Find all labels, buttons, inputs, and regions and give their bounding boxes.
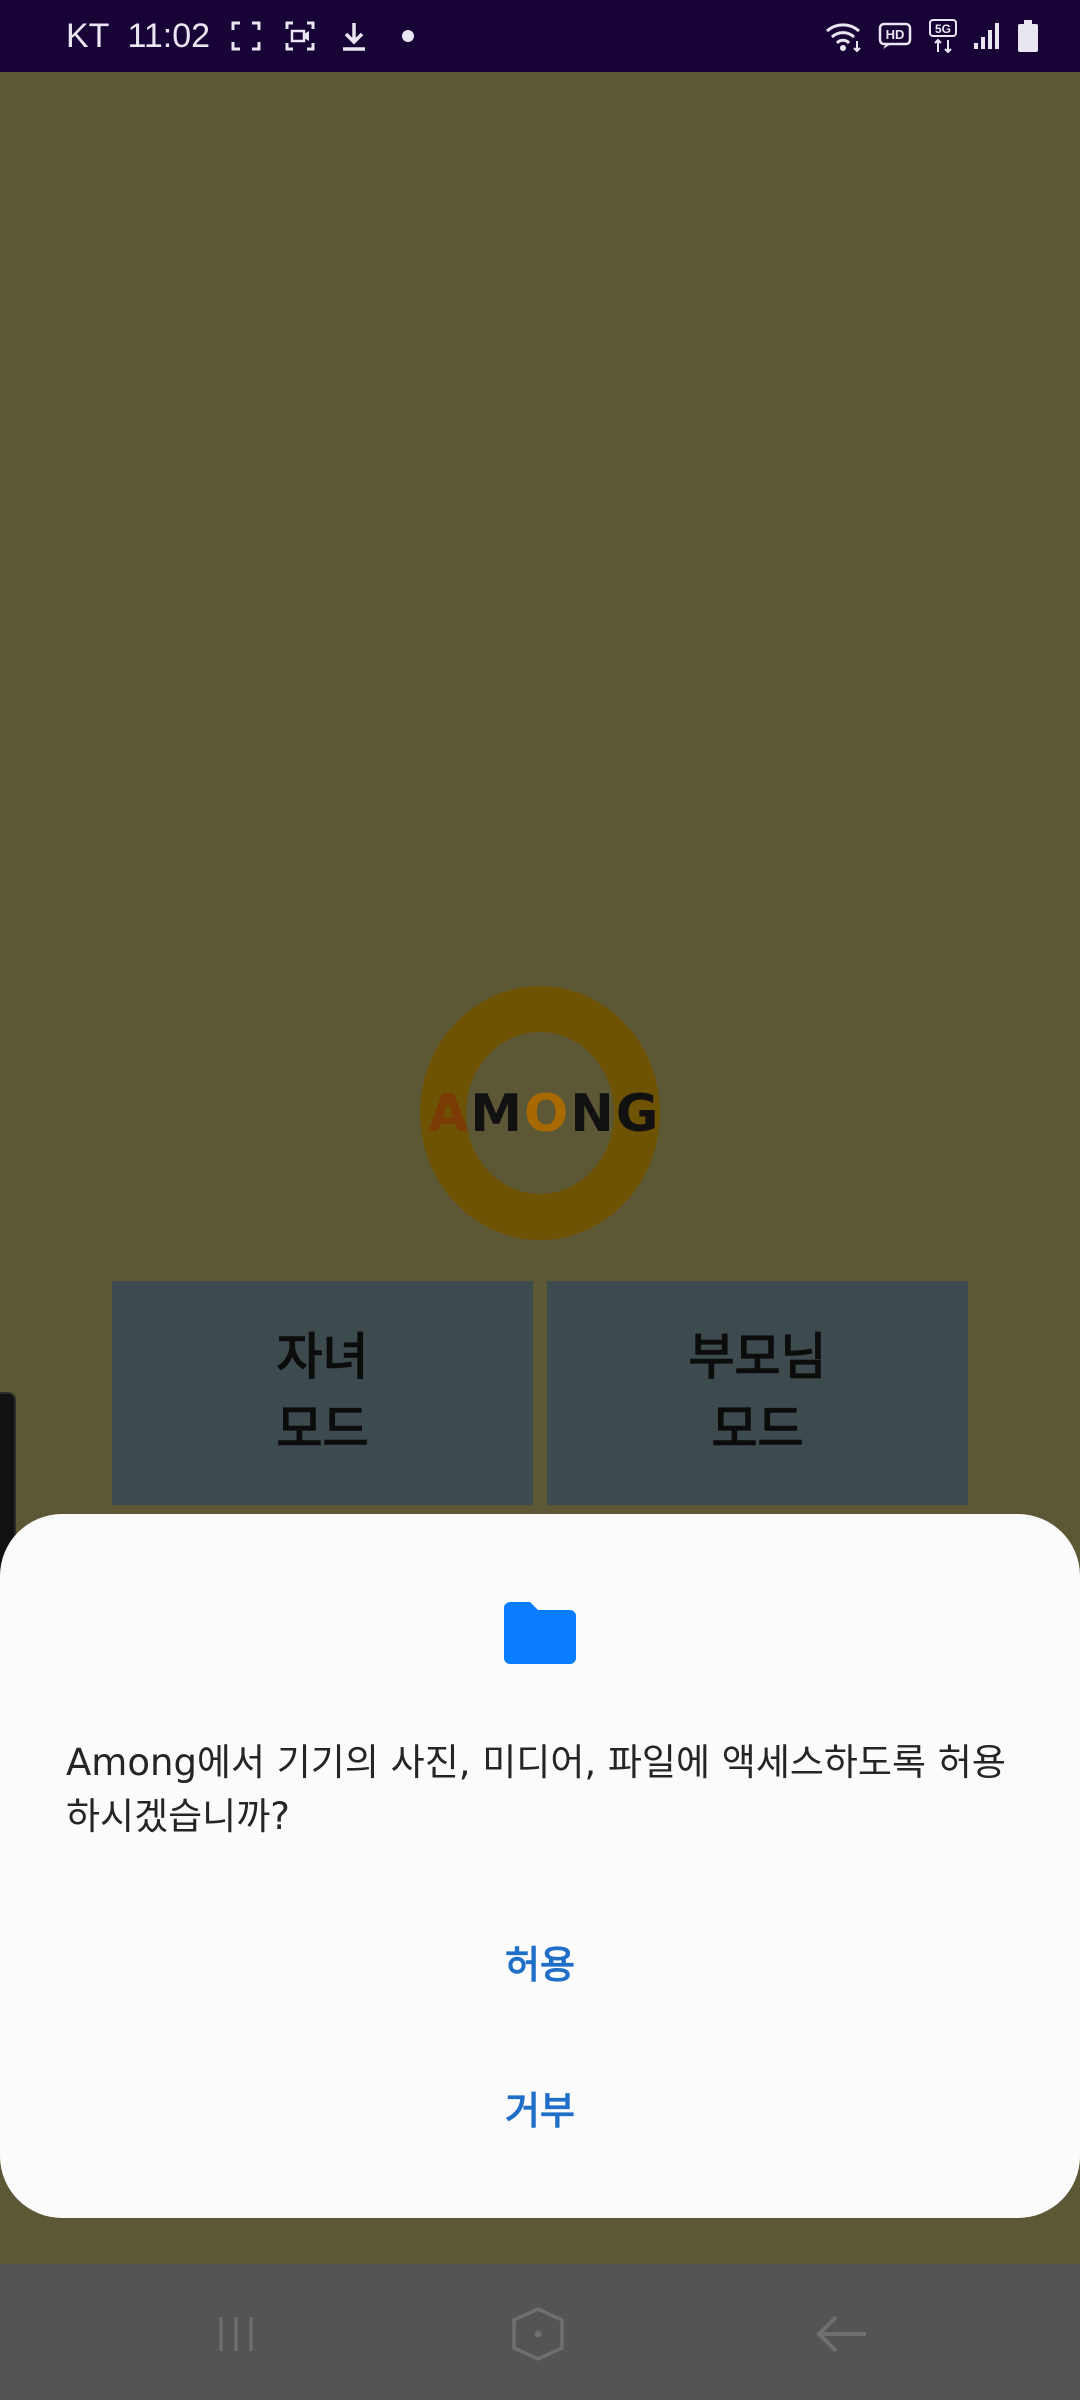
- signal-icon: [972, 18, 1002, 54]
- logo-letter-o: O: [524, 1084, 571, 1144]
- home-icon[interactable]: [508, 2304, 568, 2364]
- download-icon: [336, 18, 372, 54]
- status-bar: KT 11:02 HD 5G: [0, 0, 1080, 72]
- status-bar-right: HD 5G: [824, 0, 1040, 72]
- permission-message: Among에서 기기의 사진, 미디어, 파일에 액세스하도록 허용하시겠습니까…: [66, 1741, 1006, 1838]
- clock: 11:02: [127, 16, 211, 55]
- deny-button[interactable]: 거부: [0, 2080, 1080, 2135]
- parent-mode-button[interactable]: 부모님 모드: [547, 1281, 968, 1505]
- logo-letter-n: N: [570, 1084, 616, 1144]
- logo-wordmark: AMONG: [428, 1084, 660, 1144]
- svg-text:5G: 5G: [935, 22, 951, 36]
- parent-mode-label: 부모님 모드: [688, 1328, 827, 1458]
- logo-letter-a: A: [428, 1084, 471, 1144]
- recents-icon[interactable]: [206, 2304, 266, 2364]
- svg-text:HD: HD: [886, 27, 905, 42]
- allow-button[interactable]: 허용: [0, 1934, 1080, 1989]
- hd-voice-icon: HD: [878, 18, 914, 54]
- navigation-bar: [0, 2264, 1080, 2400]
- child-mode-label: 자녀 모드: [276, 1328, 369, 1458]
- logo-letter-m: M: [470, 1084, 524, 1144]
- screen-record-icon: [282, 18, 318, 54]
- 5g-icon: 5G: [928, 18, 958, 54]
- permission-dialog: Among에서 기기의 사진, 미디어, 파일에 액세스하도록 허용하시겠습니까…: [0, 1514, 1080, 2218]
- battery-icon: [1016, 18, 1040, 54]
- wifi-icon: [824, 18, 864, 54]
- folder-icon: [500, 1598, 580, 1666]
- among-logo: AMONG: [420, 980, 660, 1246]
- notification-dot-icon: [390, 18, 426, 54]
- logo-letter-g: G: [615, 1084, 661, 1144]
- screenshot-frame-icon: [228, 18, 264, 54]
- status-bar-left: KT 11:02: [66, 0, 426, 72]
- carrier-label: KT: [66, 16, 110, 55]
- back-icon[interactable]: [812, 2304, 872, 2364]
- child-mode-button[interactable]: 자녀 모드: [112, 1281, 533, 1505]
